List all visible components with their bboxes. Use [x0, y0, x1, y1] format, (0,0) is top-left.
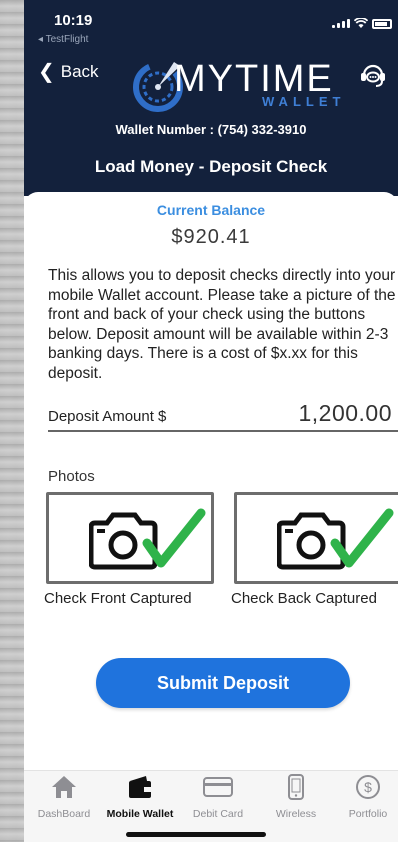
- status-time: 10:19: [54, 12, 93, 29]
- background-scrim: [0, 0, 24, 842]
- deposit-amount-label: Deposit Amount $: [48, 408, 167, 425]
- status-back-app[interactable]: ◂ TestFlight: [38, 34, 88, 45]
- deposit-description: This allows you to deposit checks direct…: [48, 267, 396, 382]
- tab-label: Debit Card: [192, 808, 244, 820]
- home-indicator[interactable]: [126, 832, 266, 837]
- card-icon: [203, 777, 233, 797]
- battery-icon: [372, 18, 392, 29]
- tab-wireless[interactable]: Wireless: [258, 771, 334, 827]
- svg-text:$: $: [364, 779, 372, 795]
- chevron-left-icon: ❮: [38, 61, 55, 83]
- front-caption: Check Front Captured: [44, 590, 192, 607]
- tab-label: Wireless: [275, 808, 317, 820]
- balance-value: $920.41: [171, 226, 251, 248]
- back-caption: Check Back Captured: [231, 590, 377, 607]
- wallet-number: Wallet Number : (754) 332-3910: [115, 122, 307, 137]
- camera-check-icon: [89, 508, 206, 570]
- tab-label: Mobile Wallet: [106, 808, 174, 820]
- tab-label: DashBoard: [37, 808, 91, 820]
- signal-icon: [332, 19, 350, 28]
- deposit-card: Current Balance $920.41 This allows you …: [24, 192, 398, 770]
- wifi-icon: [354, 18, 368, 28]
- submit-deposit-button[interactable]: Submit Deposit: [96, 658, 350, 708]
- back-button[interactable]: ❮ Back: [38, 62, 99, 82]
- header: 10:19 ◂ TestFlight ❮ Back MYTIME WALLET: [24, 0, 398, 196]
- photos-label: Photos: [48, 468, 95, 485]
- page-title: Load Money - Deposit Check: [94, 157, 328, 176]
- logo-subtitle: WALLET: [262, 94, 346, 109]
- tab-mobile-wallet[interactable]: Mobile Wallet: [102, 771, 178, 827]
- app-screen: 10:19 ◂ TestFlight ❮ Back MYTIME WALLET: [24, 0, 398, 842]
- capture-back-button[interactable]: [234, 492, 398, 584]
- phone-icon: [288, 774, 304, 800]
- tab-label: Portfolio: [348, 808, 388, 820]
- dollar-coin-icon: $: [356, 775, 380, 799]
- tab-debit-card[interactable]: Debit Card: [180, 771, 256, 827]
- home-icon: [52, 776, 76, 798]
- tab-portfolio[interactable]: $ Portfolio: [330, 771, 398, 827]
- deposit-amount-field[interactable]: Deposit Amount $ 1,200.00: [48, 400, 398, 432]
- tab-dashboard[interactable]: DashBoard: [26, 771, 102, 827]
- camera-check-icon: [277, 508, 394, 570]
- wallet-icon: [129, 776, 151, 798]
- capture-front-button[interactable]: [46, 492, 214, 584]
- balance-label: Current Balance: [156, 202, 266, 218]
- back-label: Back: [60, 62, 99, 81]
- status-icons: [332, 18, 392, 29]
- deposit-amount-value[interactable]: 1,200.00: [298, 400, 392, 427]
- support-chat-icon[interactable]: [358, 60, 388, 90]
